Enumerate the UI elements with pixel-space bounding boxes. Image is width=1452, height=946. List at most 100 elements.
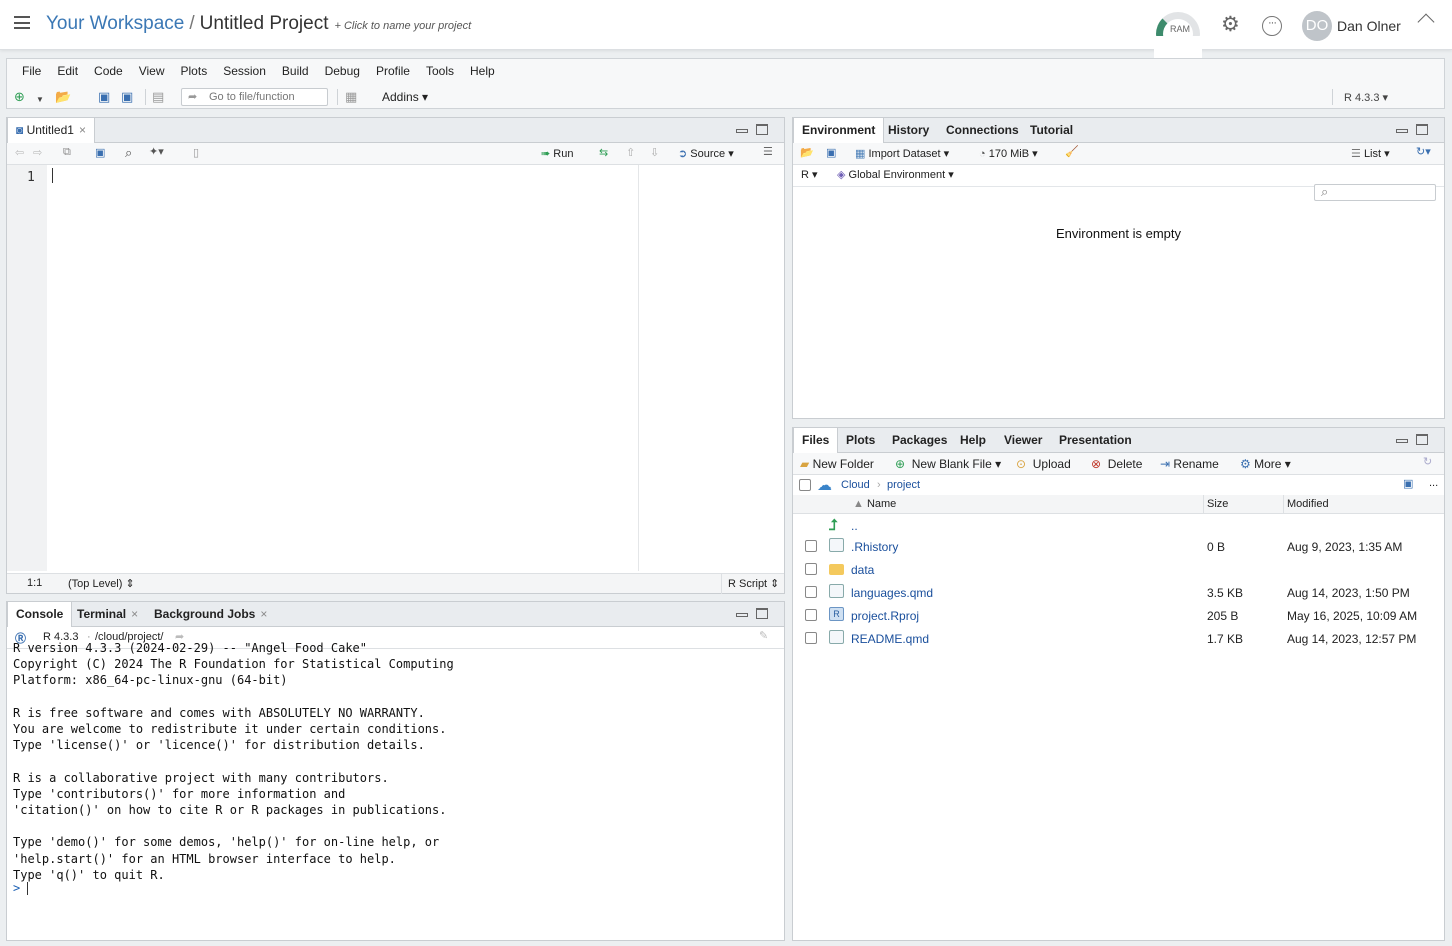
menu-file[interactable]: File <box>22 64 41 78</box>
delete-button[interactable]: ⊗ Delete <box>1091 457 1142 471</box>
scope-selector[interactable]: (Top Level) ⇕ <box>68 577 135 590</box>
workspace-link[interactable]: Your Workspace <box>46 13 184 34</box>
search-icon[interactable]: ⌕ <box>125 145 132 161</box>
file-name[interactable]: project.Rproj <box>851 609 919 623</box>
arrow-down-icon[interactable]: ⇩ <box>650 146 659 159</box>
menu-debug[interactable]: Debug <box>325 64 360 78</box>
open-file-icon[interactable]: 📂 <box>55 90 71 103</box>
environment-search-input[interactable] <box>1314 184 1436 201</box>
menu-plots[interactable]: Plots <box>181 64 208 78</box>
broom-icon[interactable]: 🧹 <box>1065 145 1079 158</box>
new-folder-button[interactable]: ▰ New Folder <box>800 457 874 471</box>
compile-report-icon[interactable]: ▯ <box>193 146 199 159</box>
more-button[interactable]: ⚙ More ▾ <box>1240 457 1291 471</box>
save-icon[interactable]: ▣ <box>98 90 110 103</box>
rename-button[interactable]: ⇥ Rename <box>1160 457 1219 471</box>
project-icon[interactable]: ▣ <box>1403 477 1413 490</box>
new-file-dropdown-icon[interactable]: ▼ <box>36 93 44 106</box>
tab-files[interactable]: Files <box>793 428 839 453</box>
breadcrumb-project[interactable]: project <box>887 479 920 491</box>
view-mode-menu[interactable]: ☰ List ▾ <box>1351 147 1390 160</box>
memory-usage-menu[interactable]: ◔ 170 MiB ▾ <box>979 147 1038 160</box>
environment-scope-selector[interactable]: ◈ Global Environment ▾ <box>837 168 954 181</box>
tab-viewer[interactable]: Viewer <box>996 428 1050 452</box>
maximize-icon[interactable] <box>1416 434 1428 445</box>
pane-window-controls[interactable] <box>1396 124 1434 136</box>
maximize-icon[interactable] <box>756 124 768 135</box>
tab-tutorial[interactable]: Tutorial <box>1022 118 1081 142</box>
column-name[interactable]: ▲ Name <box>853 498 896 510</box>
more-options-icon[interactable]: ··· <box>1262 16 1282 36</box>
print-icon[interactable]: ▤ <box>152 90 164 103</box>
row-checkbox[interactable] <box>805 609 817 621</box>
addins-menu[interactable]: Addins ▾ <box>382 90 428 104</box>
forward-arrow-icon[interactable]: ⇨ <box>33 146 42 159</box>
hamburger-menu-icon[interactable] <box>14 16 30 29</box>
table-row[interactable]: data <box>793 558 1444 581</box>
close-icon[interactable]: × <box>79 123 86 137</box>
r-version-menu[interactable]: R 4.3.3 ▾ <box>1344 91 1388 104</box>
goto-file-function-input[interactable]: Go to file/function <box>181 88 328 106</box>
ram-gauge[interactable]: RAM <box>1154 12 1202 58</box>
tab-environment[interactable]: Environment <box>793 118 885 143</box>
source-button[interactable]: ➲ Source ▾ <box>678 147 734 160</box>
tab-untitled1[interactable]: ◙ Untitled1 × <box>7 118 95 143</box>
save-icon[interactable]: ▣ <box>95 146 105 159</box>
pane-window-controls[interactable] <box>736 608 774 620</box>
minimize-icon[interactable] <box>1396 129 1408 133</box>
avatar[interactable]: DO <box>1302 11 1332 41</box>
run-button[interactable]: ➠ Run <box>541 147 573 160</box>
save-workspace-icon[interactable]: ▣ <box>826 146 836 159</box>
menu-tools[interactable]: Tools <box>426 64 454 78</box>
pane-layout-icon[interactable]: ▦ <box>345 90 357 103</box>
close-icon[interactable]: × <box>260 607 267 621</box>
file-row-parent[interactable]: ⮥ .. <box>793 514 1444 537</box>
tab-help[interactable]: Help <box>952 428 994 452</box>
select-all-checkbox[interactable] <box>799 479 811 491</box>
row-checkbox[interactable] <box>805 586 817 598</box>
tab-presentation[interactable]: Presentation <box>1051 428 1140 452</box>
arrow-up-icon[interactable]: ⇧ <box>626 146 635 159</box>
column-modified[interactable]: Modified <box>1287 498 1329 510</box>
console-prompt[interactable]: > <box>13 881 29 895</box>
tab-background-jobs[interactable]: Background Jobs × <box>146 602 275 626</box>
language-selector[interactable]: R ▾ <box>801 168 818 181</box>
maximize-icon[interactable] <box>756 608 768 619</box>
row-checkbox[interactable] <box>805 632 817 644</box>
tab-packages[interactable]: Packages <box>884 428 955 452</box>
magic-wand-icon[interactable]: ✦▾ <box>149 145 164 158</box>
name-project-hint[interactable]: + Click to name your project <box>334 20 471 32</box>
new-file-icon[interactable]: ⊕ <box>14 90 25 103</box>
text-cursor[interactable] <box>52 168 53 183</box>
table-row[interactable]: languages.qmd 3.5 KB Aug 14, 2023, 1:50 … <box>793 581 1444 604</box>
chevron-up-icon[interactable] <box>1417 13 1435 31</box>
pane-window-controls[interactable] <box>1396 434 1434 446</box>
tab-connections[interactable]: Connections <box>938 118 1027 142</box>
minimize-icon[interactable] <box>736 129 748 133</box>
file-name[interactable]: README.qmd <box>851 632 929 646</box>
tab-plots[interactable]: Plots <box>838 428 883 452</box>
new-blank-file-button[interactable]: ⊕ New Blank File ▾ <box>895 457 1001 471</box>
import-dataset-menu[interactable]: ▦ Import Dataset ▾ <box>855 147 949 160</box>
row-checkbox[interactable] <box>805 540 817 552</box>
close-icon[interactable]: × <box>131 607 138 621</box>
rerun-icon[interactable]: ⇆ <box>599 146 608 159</box>
refresh-icon[interactable]: ↻▾ <box>1416 145 1431 158</box>
user-name[interactable]: Dan Olner <box>1337 18 1401 34</box>
show-in-window-icon[interactable]: ⧉ <box>63 146 71 159</box>
gear-icon[interactable]: ⚙ <box>1221 14 1240 35</box>
table-row[interactable]: README.qmd 1.7 KB Aug 14, 2023, 12:57 PM <box>793 627 1444 650</box>
file-name[interactable]: languages.qmd <box>851 586 933 600</box>
load-workspace-icon[interactable]: 📂 <box>800 146 814 159</box>
more-dots[interactable]: ... <box>1429 477 1438 489</box>
minimize-icon[interactable] <box>736 613 748 617</box>
file-name[interactable]: data <box>851 563 874 577</box>
menu-code[interactable]: Code <box>94 64 123 78</box>
clear-console-icon[interactable]: ✎ <box>759 629 768 642</box>
filetype-selector[interactable]: R Script ⇕ <box>728 577 779 590</box>
tab-console[interactable]: Console <box>7 602 73 627</box>
outline-icon[interactable]: ☰ <box>763 145 773 158</box>
project-name[interactable]: Untitled Project <box>200 13 329 34</box>
table-row[interactable]: .Rhistory 0 B Aug 9, 2023, 1:35 AM <box>793 535 1444 558</box>
back-arrow-icon[interactable]: ⇦ <box>15 146 24 159</box>
